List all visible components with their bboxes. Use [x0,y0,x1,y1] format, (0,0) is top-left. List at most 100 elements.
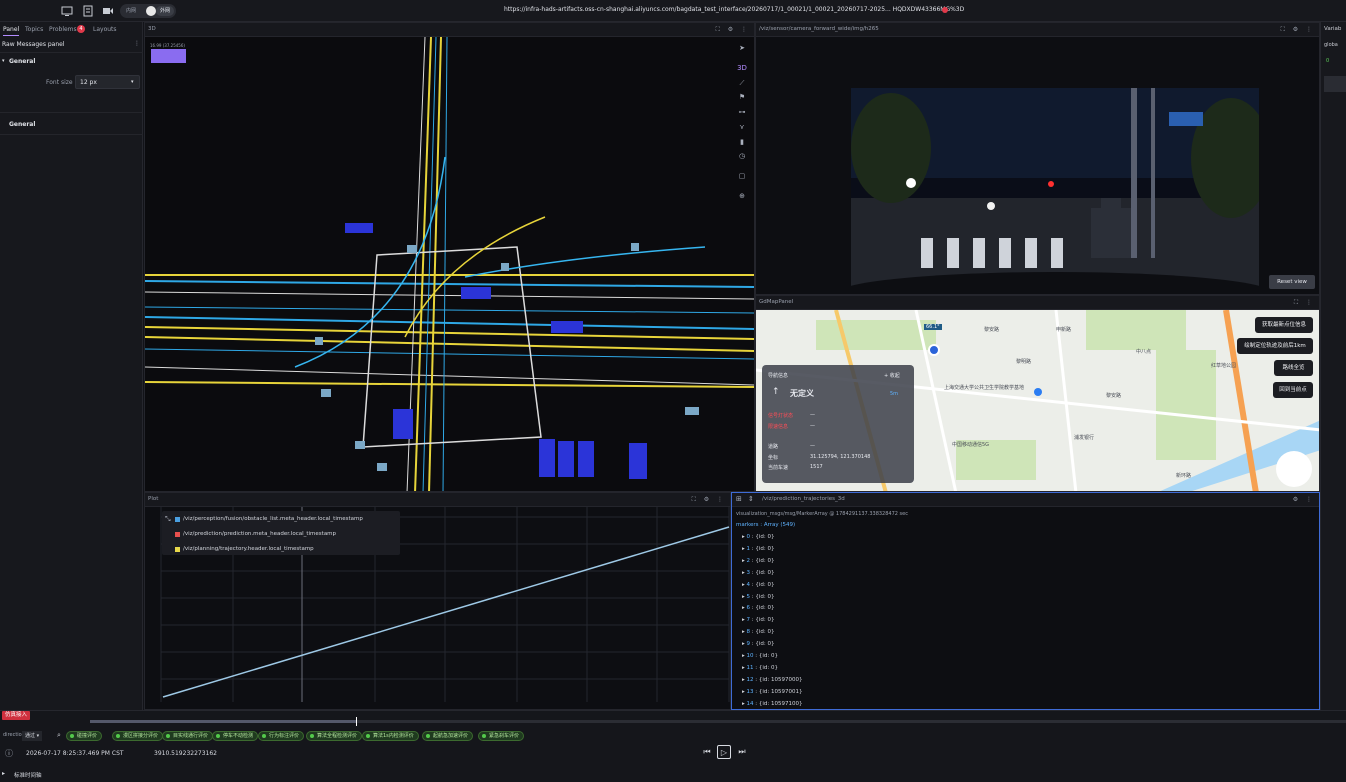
tab-topics[interactable]: Topics [25,26,43,33]
eval-chip[interactable]: 行为标注评价 [258,731,305,741]
map-label: 新环路 [1176,473,1192,479]
tree-row[interactable]: ▸ 2 : {id: 0} [742,558,775,564]
map-label: 黎安路 [984,327,1000,333]
tree-row[interactable]: ▸ 4 : {id: 0} [742,582,775,588]
search-icon[interactable]: ⌕ [57,731,61,740]
flag-icon[interactable]: ▸ [2,770,5,777]
nav-card-collapse[interactable]: + 收起 [884,372,900,379]
tab-problems[interactable]: Problems [49,26,77,33]
tree-row[interactable]: ▸ 8 : {id: 0} [742,629,775,635]
map-back-to-point-button[interactable]: 回到当前点 [1273,382,1313,398]
tree-header: visualization_msgs/msg/MarkerArray @ 178… [736,511,908,517]
legend-item[interactable]: /viz/planning/trajectory.header.local_ti… [175,546,314,552]
map-pin-icon [1034,388,1042,396]
panel-tree-controls-icon[interactable]: ⚙ ⋮ [1293,496,1315,503]
panel-camera-controls-icon[interactable]: ⛶ ⚙ ⋮ [1281,26,1315,34]
flag-icon[interactable]: ⚑ [736,93,748,103]
document-icon[interactable] [82,5,94,17]
nav-card-title: 导航信息 [768,373,789,379]
locate-icon[interactable]: ⊕ [736,192,748,202]
tree-row-value: {id: 10597000} [758,676,803,683]
timeline-label: 标准时间轴 [14,773,42,779]
more-icon[interactable]: ⋮ [134,40,140,47]
tree-row[interactable]: ▸ 3 : {id: 0} [742,570,775,576]
tree-root[interactable]: markers : Array (549) [736,522,795,528]
obstacle-small [501,263,509,271]
map-draw-trajectory-button[interactable]: 绘制定位轨迹及前后1km [1237,338,1313,354]
battery-icon[interactable]: ▮ [736,138,748,148]
ruler-icon[interactable]: ⟋ [736,79,748,89]
tree-row[interactable]: ▸ 1 : {id: 0} [742,546,775,552]
legend-item[interactable]: /viz/prediction/prediction.meta_header.l… [175,531,336,537]
eval-chip[interactable]: 漫区拼接分评价 [112,731,164,741]
tree-row[interactable]: ▸ 10 : {id: 0} [742,653,778,659]
panel-camera[interactable]: /viz/sensor/camera_forward_wide/img/h265… [755,22,1320,295]
timeline-progress [90,720,357,723]
url-display[interactable]: https://infra-hads-artifacts.oss-cn-shan… [504,6,964,13]
panel-camera-header: /viz/sensor/camera_forward_wide/img/h265… [756,23,1319,37]
diff-icon[interactable]: ⊞ [736,495,742,503]
current-seconds: 3910.519232273162 [154,750,217,757]
eval-chip[interactable]: 紧急刹车评价 [478,731,525,741]
tree-row[interactable]: ▸ 11 : {id: 0} [742,665,778,671]
tree-row[interactable]: ▸ 0 : {id: 0} [742,534,775,540]
collapse-chevron-icon[interactable]: ▾ [2,58,5,64]
eval-chip[interactable]: 算法1s内检测评价 [362,731,419,741]
section-general-2[interactable]: General [9,121,35,128]
step-forward-icon[interactable]: ⏭ [735,745,749,759]
monitor-icon[interactable] [61,5,73,17]
panel-3d-controls-icon[interactable]: ⛶ ⚙ ⋮ [716,26,750,34]
panel-3d[interactable]: 3D ⛶ ⚙ ⋮ 16.99 (37.25456) [144,22,755,492]
font-size-select[interactable]: 12 px ▾ [75,75,140,89]
graph-icon[interactable]: ⊶ [736,108,748,118]
eval-chip[interactable]: 碰撞评价 [66,731,103,741]
direction-select[interactable]: 通过 ▾ [22,731,43,741]
right-panel-input[interactable] [1324,76,1346,92]
road-line-blue [145,348,754,360]
timeline-scrubber[interactable] [356,717,357,726]
play-button[interactable]: ▷ [717,745,731,759]
panel-tree-header: /viz/prediction_trajectories_3d ⊞ ⇕ ⚙ ⋮ [732,493,1319,507]
eval-chip[interactable]: 停车不动检测 [212,731,259,741]
video-camera-icon[interactable] [102,5,114,17]
compass-icon[interactable] [1276,451,1312,487]
tree-row[interactable]: ▸ 9 : {id: 0} [742,641,775,647]
eval-chip[interactable]: 目实线通行评价 [162,731,214,741]
clock-icon[interactable]: ◷ [736,152,748,162]
tab-panel[interactable]: Panel [3,26,20,36]
obstacle-box [551,321,583,333]
panel-map-controls-icon[interactable]: ⛶ ⋮ [1294,299,1315,307]
sim-tag[interactable]: 仿真接入 [2,711,31,720]
node-icon[interactable]: ⋎ [736,123,748,133]
panel-plot-controls-icon[interactable]: ⛶ ⚙ ⋮ [692,496,726,504]
panel-plot[interactable]: Plot ⛶ ⚙ ⋮ ⤡ [144,492,731,710]
tree-row[interactable]: ▸ 6 : {id: 0} [742,605,775,611]
tab-layouts[interactable]: Layouts [93,26,117,33]
scene-3d-canvas[interactable] [145,37,755,492]
info-icon[interactable]: ⓘ [5,748,13,759]
reset-view-button[interactable]: Reset view [1269,275,1315,289]
tree-row[interactable]: ▸ 14 : {id: 10597100} [742,701,803,707]
road-line-blue [145,280,754,288]
tree-row-value: {id: 0} [755,581,775,588]
legend-item[interactable]: /viz/perception/fusion/obstacle_list.met… [175,516,363,522]
panel-raw-messages[interactable]: /viz/prediction_trajectories_3d ⊞ ⇕ ⚙ ⋮ … [731,492,1320,710]
map-latest-point-button[interactable]: 获取最新点位信息 [1255,317,1313,333]
step-back-icon[interactable]: ⏮ [700,745,714,759]
vehicle-location-icon [928,344,940,356]
square-icon[interactable]: ▢ [736,172,748,182]
tree-row[interactable]: ▸ 13 : {id: 10597001} [742,689,803,695]
tree-row[interactable]: ▸ 5 : {id: 0} [742,594,775,600]
tree-row[interactable]: ▸ 12 : {id: 10597000} [742,677,803,683]
expand-icon[interactable]: ⇕ [748,495,754,503]
collapse-legend-icon[interactable]: ⤡ [165,515,171,524]
obstacle-box [629,443,647,479]
section-general[interactable]: General [9,58,35,65]
tree-row[interactable]: ▸ 7 : {id: 0} [742,617,775,623]
network-toggle[interactable]: 内网 外网 [120,4,176,18]
select-cursor-icon[interactable]: ➤ [736,44,748,54]
3d-view-icon[interactable]: 3D [736,64,748,74]
map-overview-button[interactable]: 路线全览 [1274,360,1313,376]
eval-chip[interactable]: 算法全程检测评价 [306,731,363,741]
eval-chip[interactable]: 起航急加速评价 [422,731,474,741]
